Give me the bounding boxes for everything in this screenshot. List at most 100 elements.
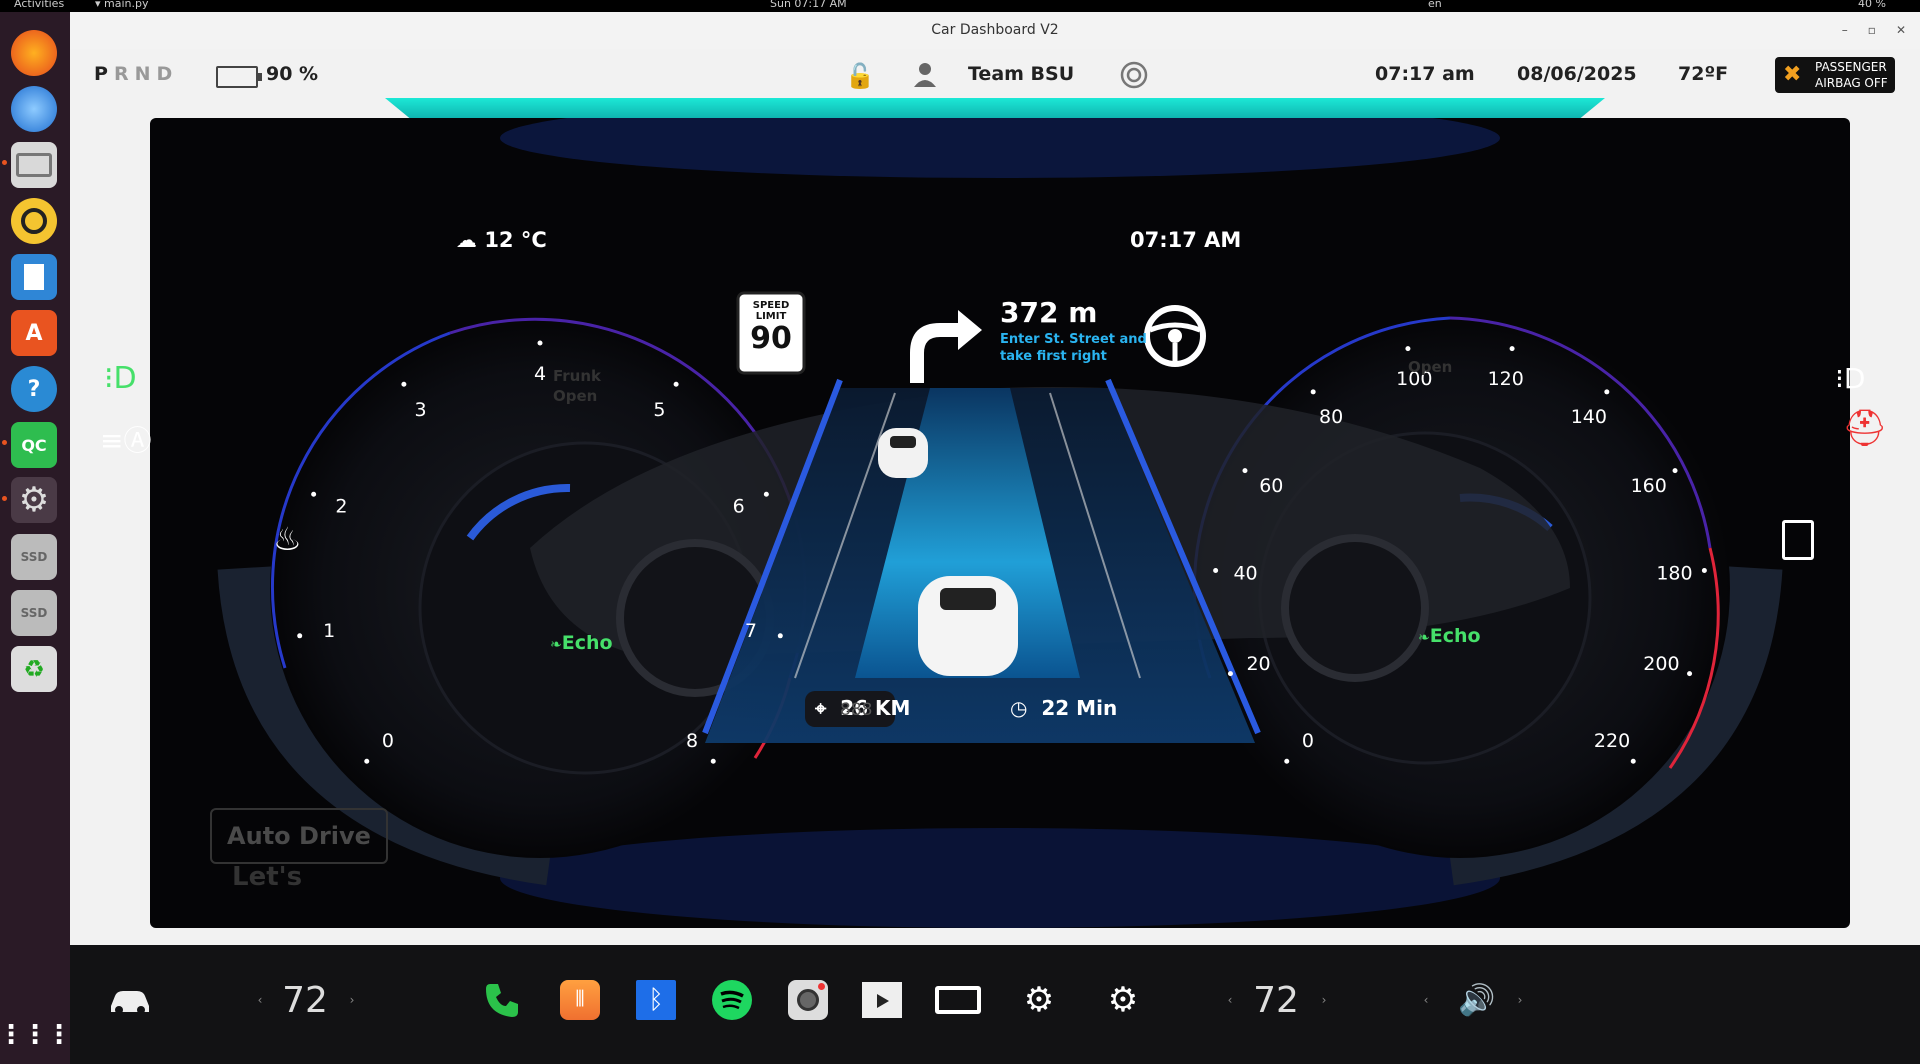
video-clapper-icon[interactable] bbox=[852, 975, 912, 1025]
right-temp: 72 bbox=[1253, 979, 1299, 1021]
gear-r[interactable]: R bbox=[114, 63, 135, 85]
speed-tick-dot bbox=[1227, 671, 1233, 677]
battery-icon bbox=[216, 66, 262, 88]
speed-tick-label: 40 bbox=[1233, 563, 1257, 585]
left-temp-increase[interactable]: › bbox=[342, 975, 362, 1025]
speed-tick-dot bbox=[1242, 468, 1248, 474]
odometer: 888 bbox=[840, 700, 872, 720]
car-icon[interactable] bbox=[90, 975, 170, 1025]
settings-gear-icon[interactable]: ⚙ bbox=[11, 477, 57, 523]
rpm-tick-dot bbox=[297, 633, 303, 639]
app-menu-label: main.py bbox=[104, 0, 149, 10]
dashboard-app: PRND 90 % 🔓 Team BSU 07:17 am 08/06/2025… bbox=[70, 49, 1920, 945]
speed-tick-label: 140 bbox=[1571, 406, 1607, 428]
rhythmbox-icon[interactable] bbox=[11, 198, 57, 244]
speed-tick-dot bbox=[1213, 568, 1219, 574]
speed-limit-value: 90 bbox=[750, 321, 792, 356]
activities-button[interactable]: Activities bbox=[14, 0, 64, 10]
app-menu[interactable]: ▾ main.py bbox=[95, 0, 149, 10]
right-temp-increase[interactable]: › bbox=[1314, 975, 1334, 1025]
auto-headlight-icon[interactable]: ≡Ⓐ bbox=[100, 419, 151, 459]
unlock-icon[interactable]: 🔓 bbox=[845, 62, 875, 90]
frunk-state: Open bbox=[553, 387, 598, 405]
ego-car-window bbox=[940, 588, 996, 610]
gear-d[interactable]: D bbox=[156, 63, 178, 85]
right-temp-decrease[interactable]: ‹ bbox=[1220, 975, 1240, 1025]
steering-wheel-hub bbox=[1168, 329, 1182, 343]
spotify-icon[interactable] bbox=[702, 975, 762, 1025]
speed-tick-label: 120 bbox=[1488, 368, 1524, 390]
left-temp: 72 bbox=[282, 979, 328, 1021]
phone-icon[interactable] bbox=[472, 975, 532, 1025]
car-settings-icon[interactable]: ⚙ bbox=[1004, 975, 1074, 1025]
rpm-tick-dot bbox=[401, 381, 407, 387]
rpm-tick-label: 4 bbox=[534, 363, 546, 385]
qt-creator-icon[interactable]: QC bbox=[11, 422, 57, 468]
app-center-icon[interactable]: A bbox=[11, 310, 57, 356]
thunderbird-icon[interactable] bbox=[11, 86, 57, 132]
left-temp-decrease[interactable]: ‹ bbox=[250, 975, 270, 1025]
lets-go-label: Let's bbox=[232, 862, 303, 892]
car-rear-wheel bbox=[1281, 534, 1429, 682]
fog-light-icon[interactable]: ⁝D bbox=[1835, 362, 1865, 395]
os-battery[interactable]: 40 % bbox=[1858, 0, 1886, 10]
rpm-tick-label: 1 bbox=[323, 620, 335, 642]
car-settings-icon-2[interactable]: ⚙ bbox=[1088, 975, 1158, 1025]
bluetooth-icon[interactable]: ᛒ bbox=[626, 975, 686, 1025]
trash-icon[interactable]: ♻ bbox=[11, 646, 57, 692]
trip-time-value: 22 Min bbox=[1041, 696, 1118, 720]
app-grid-icon[interactable]: ⋮⋮⋮ bbox=[0, 1012, 72, 1058]
frunk-status: Frunk Open bbox=[553, 366, 601, 406]
running-indicator bbox=[2, 496, 7, 501]
eco-mode-left-label: Echo bbox=[561, 632, 613, 654]
eco-mode-left: ❧Echo bbox=[550, 632, 613, 654]
speed-tick-dot bbox=[1284, 758, 1290, 764]
nav-distance: 372 m bbox=[1000, 296, 1098, 329]
status-time: 07:17 am bbox=[1375, 63, 1475, 85]
close-icon[interactable]: ✕ bbox=[1896, 23, 1906, 37]
user-name[interactable]: Team BSU bbox=[968, 63, 1074, 85]
gear-n[interactable]: N bbox=[135, 63, 157, 85]
speed-tick-dot bbox=[1630, 758, 1636, 764]
siri-icon[interactable] bbox=[1120, 61, 1148, 94]
speed-tick-label: 220 bbox=[1594, 730, 1630, 752]
clock-icon: ◷ bbox=[1010, 696, 1028, 720]
writer-icon[interactable] bbox=[11, 254, 57, 300]
os-clock[interactable]: Sun 07:17 AM bbox=[770, 0, 847, 10]
rpm-tick-dot bbox=[537, 340, 543, 346]
ssd-drive-icon[interactable]: SSD bbox=[11, 534, 57, 580]
podcast-icon[interactable]: ⦀ bbox=[550, 975, 610, 1025]
ssd-drive-icon-2[interactable]: SSD bbox=[11, 590, 57, 636]
speed-tick-label: 180 bbox=[1656, 563, 1692, 585]
os-lang[interactable]: en bbox=[1428, 0, 1442, 10]
maximize-icon[interactable]: ▫ bbox=[1868, 23, 1896, 37]
speed-tick-label: 80 bbox=[1319, 406, 1343, 428]
airbag-icon: ✖ bbox=[1783, 62, 1802, 87]
gear-selector[interactable]: PRND bbox=[94, 63, 178, 85]
speed-tick-dot bbox=[1672, 468, 1678, 474]
status-date: 08/06/2025 bbox=[1517, 63, 1637, 85]
status-bar: PRND 90 % 🔓 Team BSU 07:17 am 08/06/2025… bbox=[70, 49, 1920, 101]
nav-instruction-line2: take first right bbox=[1000, 349, 1107, 364]
teal-accent-bar bbox=[385, 98, 1605, 118]
gear-p[interactable]: P bbox=[94, 63, 114, 85]
fuel-pump-icon bbox=[1782, 520, 1814, 560]
files-icon[interactable] bbox=[11, 142, 57, 188]
firefox-icon[interactable] bbox=[11, 30, 57, 76]
battery-app-icon[interactable] bbox=[928, 975, 988, 1025]
speed-limit-text: SPEED LIMIT 90 bbox=[738, 300, 804, 356]
frunk-label: Frunk bbox=[553, 367, 602, 385]
help-icon[interactable]: ? bbox=[11, 366, 57, 412]
headlight-on-icon[interactable]: ⁝D bbox=[104, 361, 137, 396]
speed-tick-dot bbox=[1310, 389, 1316, 395]
minimize-icon[interactable]: – bbox=[1842, 23, 1868, 37]
volume-increase[interactable]: › bbox=[1510, 975, 1530, 1025]
instrument-cluster: 012345678 0 20 40 60 80 100 120 140 160 180 200 220… bbox=[150, 118, 1850, 928]
volume-icon[interactable]: 🔊 bbox=[1442, 975, 1512, 1025]
status-temp: 72ºF bbox=[1678, 63, 1729, 85]
cluster-graphics: 012345678 020406080100 120140160180200220 bbox=[217, 118, 1783, 928]
volume-decrease[interactable]: ‹ bbox=[1416, 975, 1436, 1025]
rpm-tick-dot bbox=[364, 758, 370, 764]
auto-drive-button[interactable]: Auto Drive bbox=[210, 808, 388, 864]
camera-icon[interactable] bbox=[778, 975, 838, 1025]
